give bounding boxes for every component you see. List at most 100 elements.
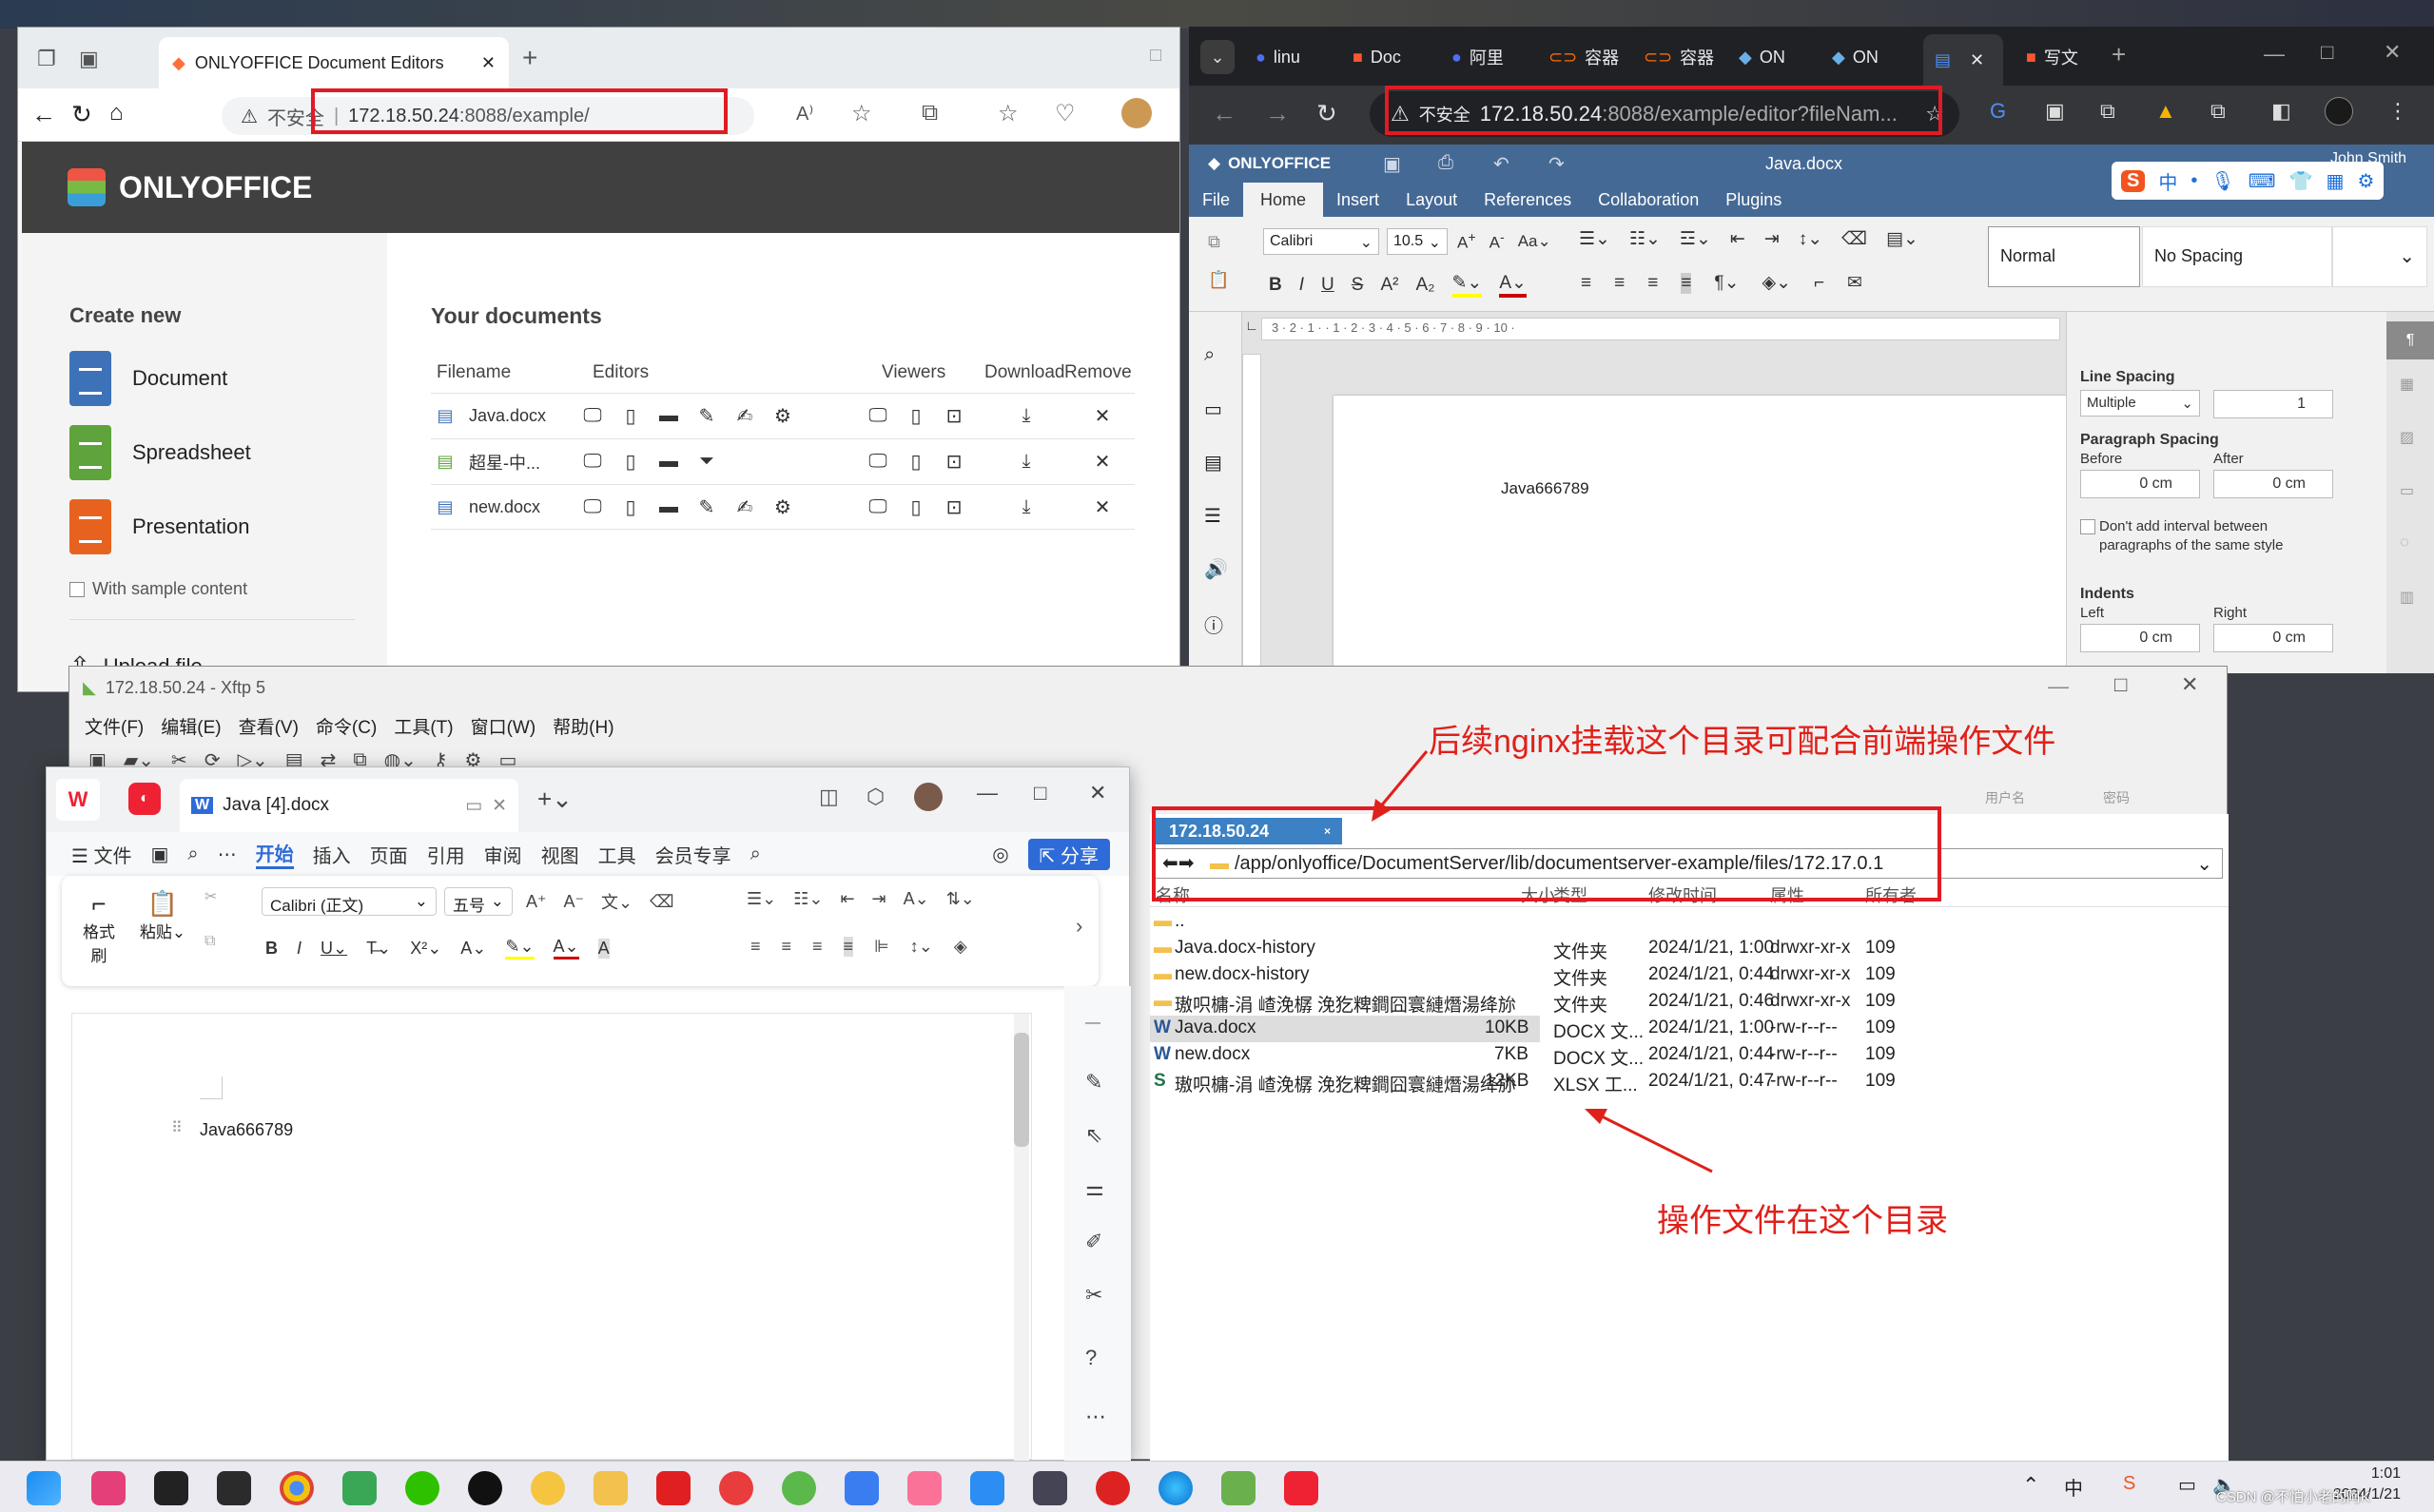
- help-icon[interactable]: ?: [1085, 1346, 1097, 1370]
- layout-icon[interactable]: ◫: [819, 785, 839, 809]
- font-size-select[interactable]: 10.5 ⌄: [1387, 228, 1448, 255]
- chat-icon[interactable]: ▤: [1204, 451, 1222, 475]
- save-icon[interactable]: ▣: [151, 843, 169, 866]
- tab-stop-icon[interactable]: ∟: [1242, 318, 1261, 340]
- side-panel-icon[interactable]: ◧: [2271, 99, 2291, 124]
- desktop-viewer-icon[interactable]: 🖵: [859, 496, 897, 518]
- mail-merge-icon[interactable]: ✉: [1847, 272, 1862, 294]
- multilevel-icon[interactable]: ☲⌄: [1680, 228, 1711, 250]
- format-painter-button[interactable]: ⌐ 格式刷: [75, 889, 123, 966]
- extensions-puzzle-icon[interactable]: ⧉: [2210, 99, 2226, 124]
- navigation-icon[interactable]: ☰: [1204, 504, 1221, 528]
- clear-style-icon[interactable]: ⌫: [1841, 228, 1867, 250]
- file-link[interactable]: 超星-中...: [459, 450, 574, 475]
- mobile-editor-icon[interactable]: ▯: [612, 495, 650, 519]
- phonetic-icon[interactable]: 文⌄: [601, 889, 633, 914]
- redo-icon[interactable]: ↷: [1548, 152, 1565, 176]
- minimize-icon[interactable]: —: [2048, 674, 2069, 699]
- sogou-tray-icon[interactable]: S: [2123, 1473, 2135, 1495]
- create-presentation-button[interactable]: Presentation: [69, 499, 250, 554]
- about-icon[interactable]: ⓘ: [1204, 611, 1223, 638]
- italic-icon[interactable]: I: [297, 939, 302, 959]
- minimize-icon[interactable]: —: [2264, 42, 2285, 67]
- file-row[interactable]: S 璈呮槦-涓 嵖浼樼 浼犵粺鐧囧寰縺熸湯绛旀... 12KB XLSX 工... 20…: [1150, 1069, 2229, 1095]
- more-menu-icon[interactable]: ⋮: [2387, 99, 2408, 124]
- embedded-viewer-icon[interactable]: ⊡: [935, 495, 973, 519]
- netease-music-icon[interactable]: [719, 1471, 753, 1505]
- decrease-indent-icon[interactable]: ⇤: [840, 889, 854, 909]
- copy-icon[interactable]: ⧉: [204, 933, 215, 950]
- adjust-icon[interactable]: ⚌: [1085, 1176, 1104, 1201]
- justify-icon[interactable]: ≡: [1681, 272, 1692, 294]
- chrome-tab[interactable]: ● linu: [1256, 40, 1300, 74]
- chevron-up-icon[interactable]: ⌃: [2022, 1473, 2039, 1498]
- mobile-editor-icon[interactable]: ▯: [612, 450, 650, 474]
- text-effect-icon[interactable]: A⌄: [460, 939, 486, 959]
- back-icon[interactable]: ←: [31, 100, 56, 129]
- new-tab-icon[interactable]: +: [2112, 40, 2126, 69]
- tab-layout[interactable]: Layout: [1392, 190, 1470, 210]
- edit-icon[interactable]: ✎: [1085, 1070, 1102, 1095]
- increase-font-icon[interactable]: A⁺: [526, 892, 547, 912]
- review-editor-icon[interactable]: ✎: [688, 495, 726, 519]
- extension-icon[interactable]: ⧉: [2100, 99, 2115, 124]
- ime-icon[interactable]: 中: [2064, 1473, 2083, 1501]
- intellij-icon[interactable]: [91, 1471, 126, 1505]
- download-icon[interactable]: ⤓: [1007, 496, 1045, 518]
- maximize-icon[interactable]: □: [1034, 781, 1046, 805]
- indent-right-input[interactable]: 0 cm: [2213, 624, 2333, 652]
- network-icon[interactable]: ▭: [2178, 1473, 2196, 1497]
- translate-icon[interactable]: G: [1990, 99, 2006, 124]
- ime-toolbar[interactable]: S 中 • 🎙 ⌨ 👕 ▦ ⚙: [2112, 162, 2385, 200]
- cut-icon[interactable]: ✂: [204, 887, 217, 906]
- print-preview-icon[interactable]: ⌕: [187, 843, 198, 865]
- decrease-font-icon[interactable]: A⁻: [564, 892, 585, 912]
- file-row[interactable]: ▬ 璈呮槦-涓 嵖浼樼 浼犵粺鐧囧寰縺熸湯绛旀... 文件夹 2024/1/21, 0…: [1150, 989, 2229, 1016]
- share-button[interactable]: ⇱ 分享: [1027, 838, 1110, 870]
- pycharm-icon[interactable]: [217, 1471, 251, 1505]
- font-family-select[interactable]: Calibri (正文) ⌄: [262, 887, 437, 916]
- align-left-icon[interactable]: ≡: [750, 937, 761, 957]
- header-footer-icon[interactable]: ▭: [2400, 481, 2414, 500]
- window-maximize-icon[interactable]: □: [1150, 45, 1161, 67]
- bold-icon[interactable]: B: [265, 939, 278, 959]
- image-settings-icon[interactable]: ▨: [2400, 428, 2414, 447]
- chrome-tab[interactable]: ⊂⊃ 容器: [1548, 40, 1619, 74]
- edge-tab-onlyoffice[interactable]: ◆ ONLYOFFICE Document Editors ✕: [159, 37, 509, 88]
- decrease-font-icon[interactable]: A-: [1490, 230, 1505, 253]
- forward-icon[interactable]: →: [1265, 99, 1290, 128]
- feishu-icon[interactable]: [845, 1471, 879, 1505]
- wps-home-icon[interactable]: W: [56, 779, 100, 821]
- search-icon[interactable]: ⌕: [1204, 344, 1215, 366]
- embedded-editor-icon[interactable]: ⚙: [764, 404, 802, 428]
- remove-icon[interactable]: ✕: [1083, 450, 1121, 474]
- style-normal[interactable]: Normal: [1988, 226, 2140, 287]
- embedded-viewer-icon[interactable]: ⊡: [935, 450, 973, 474]
- speech-icon[interactable]: 🔊: [1204, 557, 1228, 581]
- select-icon[interactable]: ⇖: [1085, 1123, 1102, 1148]
- shading-icon[interactable]: ◈: [954, 937, 967, 957]
- mobile-viewer-icon[interactable]: ▯: [897, 495, 935, 519]
- comment-editor-icon[interactable]: ▬: [650, 405, 688, 427]
- tab-collaboration[interactable]: Collaboration: [1585, 190, 1712, 210]
- highlight-icon[interactable]: ✎⌄: [505, 937, 535, 960]
- file-explorer-icon[interactable]: [594, 1471, 628, 1505]
- windows-start-icon[interactable]: [27, 1471, 61, 1505]
- bold-icon[interactable]: B: [1269, 275, 1282, 296]
- shape-settings-icon[interactable]: ◌: [2400, 534, 2409, 552]
- table-settings-icon[interactable]: ▦: [2400, 375, 2414, 394]
- more-icon[interactable]: ⋯: [218, 843, 237, 866]
- wps-docer-icon[interactable]: ◐: [128, 783, 161, 815]
- justify-icon[interactable]: ≡: [843, 937, 854, 957]
- save-icon[interactable]: ▣: [1383, 152, 1401, 176]
- chrome-tab[interactable]: ■ 写文: [2026, 40, 2078, 74]
- italic-icon[interactable]: I: [1299, 275, 1304, 296]
- embedded-viewer-icon[interactable]: ⊡: [935, 404, 973, 428]
- wps-icon[interactable]: [1284, 1471, 1318, 1505]
- datagrip-icon[interactable]: [154, 1471, 188, 1505]
- font-color-icon[interactable]: A⌄: [553, 937, 579, 960]
- collapse-icon[interactable]: —: [1085, 1015, 1100, 1032]
- tab-references[interactable]: References: [1470, 190, 1585, 210]
- remove-icon[interactable]: ✕: [1083, 495, 1121, 519]
- highlight-icon[interactable]: ✎⌄: [1451, 272, 1483, 298]
